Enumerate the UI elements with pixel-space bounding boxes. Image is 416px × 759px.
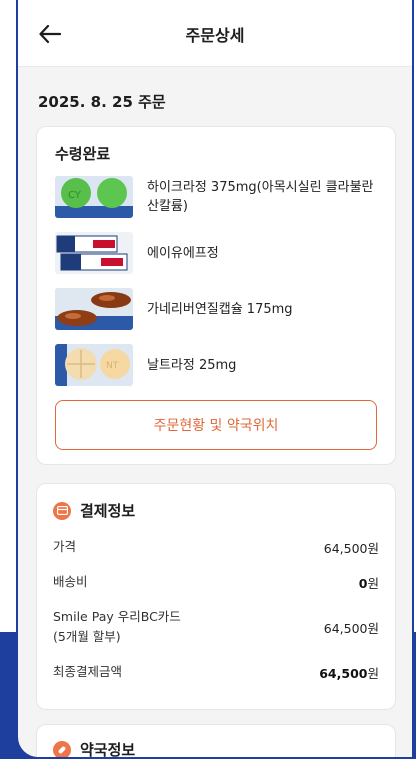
order-date: 2025. 8. 25 주문: [38, 93, 166, 111]
medicine-name: 가네리버연질캡슐 175mg: [147, 301, 293, 317]
payment-method-label: Smile Pay 우리BC카드 (5개월 할부): [53, 609, 181, 644]
svg-text:NT: NT: [106, 361, 119, 371]
page-title: 주문상세: [185, 26, 245, 45]
beige-round-tablet-image: NT: [55, 344, 133, 386]
svg-text:CY: CY: [68, 190, 82, 201]
card-icon: [53, 501, 71, 520]
payment-method-value: 64,500원: [323, 620, 379, 636]
payment-method-row: Smile Pay 우리BC카드 (5개월 할부) 64,500원: [53, 607, 379, 647]
order-status-card: 수령완료 CY 하이크라정 375mg(아목시실린 클라불란산칼륨) 에이유에프…: [36, 126, 396, 465]
price-row: 가격 64,500원: [53, 537, 379, 557]
pharmacy-header: 약국정보: [53, 739, 379, 759]
medicine-item: 가네리버연질캡슐 175mg: [55, 288, 377, 330]
medicine-name: 날트라정 25mg: [147, 357, 237, 373]
status-label: 수령완료: [55, 145, 111, 163]
price-label: 가격: [53, 539, 77, 554]
price-value: 64,500원: [323, 540, 379, 556]
pharmacy-title: 약국정보: [80, 741, 136, 759]
medicine-item: CY 하이크라정 375mg(아목시실린 클라불란산칼륨): [55, 176, 377, 218]
medicine-name: 에이유에프정: [147, 245, 219, 261]
medicine-name: 하이크라정 375mg(아목시실린 클라불란산칼륨): [147, 180, 374, 214]
shipping-value: 0원: [358, 575, 379, 591]
payment-title: 결제정보: [80, 502, 136, 520]
order-status-button[interactable]: 주문현황 및 약국위치: [55, 400, 377, 450]
shipping-row: 배송비 0원: [53, 572, 379, 592]
payment-header: 결제정보: [53, 500, 379, 521]
total-value: 64,500원: [319, 665, 379, 681]
top-bar: 주문상세: [18, 0, 412, 67]
total-row: 최종결제금액 64,500원: [53, 662, 379, 682]
medicine-box-image: [55, 232, 133, 274]
brown-softgel-capsule-image: [55, 288, 133, 330]
payment-info-card: 결제정보 가격 64,500원 배송비 0원 Smile Pay 우리BC카드 …: [36, 483, 396, 710]
shipping-label: 배송비: [53, 574, 88, 589]
pharmacy-info-card: 약국정보: [36, 724, 396, 759]
medicine-item: NT 날트라정 25mg: [55, 344, 377, 386]
phone-screen: 주문상세 2025. 8. 25 주문 수령완료 CY 하이크라정 375mg(…: [16, 0, 414, 759]
medicine-item: 에이유에프정: [55, 232, 377, 274]
green-round-tablet-image: CY: [55, 176, 133, 218]
total-label: 최종결제금액: [53, 664, 123, 679]
pill-icon: [53, 740, 71, 757]
